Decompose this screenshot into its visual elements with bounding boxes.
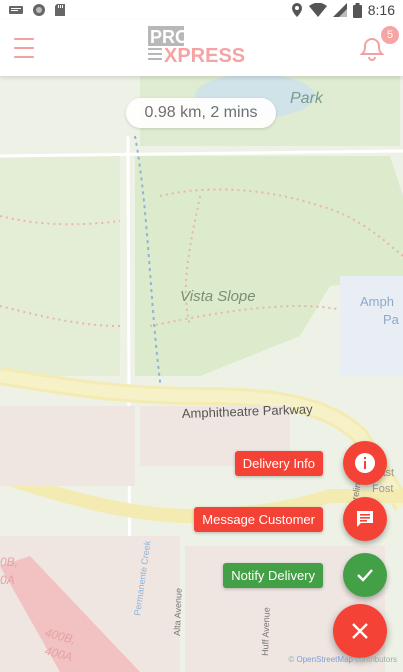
logo-xpress-text: XPRESS [164,45,245,66]
eta-badge: 0.98 km, 2 mins [126,98,276,128]
wifi-icon [308,3,327,17]
notify-delivery-label[interactable]: Notify Delivery [223,562,323,588]
park-area-left [0,156,120,376]
chat-icon [9,6,23,14]
logo-pro-text: PRO [150,27,189,47]
map-label-amph-1: Amph [360,294,394,309]
status-right: 8:16 [291,2,395,18]
record-icon [33,4,45,16]
fab-row-message-customer[interactable]: Message Customer [194,497,387,541]
map-attribution: © OpenStreetMap contributors [288,655,397,664]
map-label-huff: Huff Avenue [260,607,272,656]
notify-delivery-button[interactable] [343,553,387,597]
menu-button[interactable] [14,38,34,58]
sd-card-icon [55,4,65,16]
fab-row-delivery-info[interactable]: Delivery Info [234,441,387,485]
message-customer-label[interactable]: Message Customer [194,506,323,532]
location-icon [291,3,302,17]
status-bar: 8:16 [0,0,403,20]
map-label-park: Park [290,90,324,107]
close-icon [352,623,368,639]
app-bar: PRO XPRESS 5 [0,20,403,76]
message-customer-button[interactable] [343,497,387,541]
menu-icon-line [14,38,34,40]
menu-icon-line [14,56,34,58]
map-label-alta: Alta Avenue [172,588,184,636]
message-icon [357,511,373,527]
status-time: 8:16 [367,2,395,18]
openstreetmap-link[interactable]: OpenStreetMap [296,655,352,664]
map-label-left-1: 0B, [0,555,18,569]
battery-icon [352,2,362,18]
fab-row-notify-delivery[interactable]: Notify Delivery [223,553,387,597]
status-left [8,3,66,17]
signal-icon [332,3,347,17]
map-label-left-2: 0A [0,573,15,587]
city-block [0,406,135,486]
proxpress-logo: PRO XPRESS [148,26,245,66]
map-label-vista-slope: Vista Slope [180,288,256,305]
delivery-info-label[interactable]: Delivery Info [234,450,323,476]
check-icon [357,569,373,582]
close-fab-menu-button[interactable] [333,604,387,658]
menu-icon-line [14,47,34,49]
notification-badge: 5 [381,26,399,44]
attribution-suffix: contributors [352,655,397,664]
delivery-info-button[interactable] [343,441,387,485]
info-icon [355,453,375,473]
map-label-amph-2: Pa [383,312,400,327]
